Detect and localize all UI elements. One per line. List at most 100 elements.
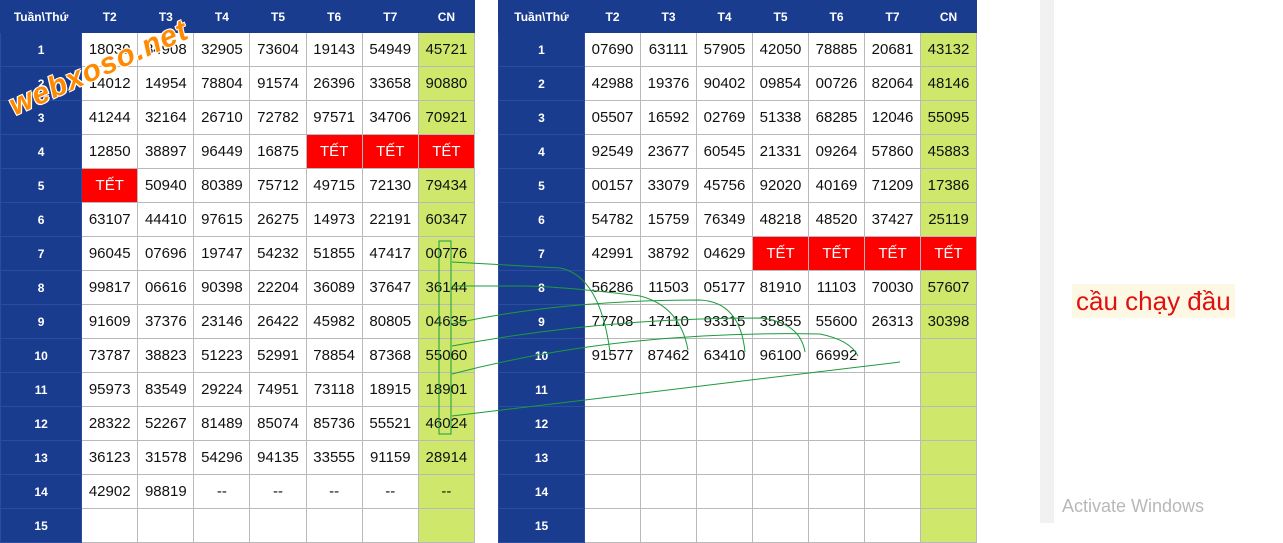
- result-cell: [584, 372, 641, 407]
- result-cell: 21331: [752, 134, 809, 169]
- week-number-cell: 7: [0, 236, 83, 271]
- result-cell: 76349: [696, 202, 753, 237]
- result-cell: 04629: [696, 236, 753, 271]
- result-cell: 45756: [696, 168, 753, 203]
- table-row: 4 92549 23677 60545 21331 09264 57860 45883: [498, 134, 977, 169]
- result-cell: 26313: [864, 304, 921, 339]
- result-cell: 20681: [864, 32, 921, 67]
- result-cell: 97615: [193, 202, 251, 237]
- result-cell: 82064: [864, 66, 921, 101]
- result-cell: [864, 508, 921, 543]
- result-cell: 26275: [249, 202, 307, 237]
- result-cell: 49715: [305, 168, 363, 203]
- day-header: T5: [249, 0, 307, 33]
- result-cell: 78804: [193, 66, 251, 101]
- result-cell: --: [361, 474, 419, 509]
- result-cell: 90880: [417, 66, 476, 101]
- result-cell: 79434: [417, 168, 476, 203]
- result-cell: 87462: [640, 338, 697, 373]
- result-cell: 70921: [417, 100, 476, 135]
- result-cell: 54296: [193, 440, 251, 475]
- result-cell: 00776: [417, 236, 476, 271]
- table-row: 10 73787 38823 51223 52991 78854 87368 55060: [0, 338, 476, 373]
- table-row: 1 07690 63111 57905 42050 78885 20681 43132: [498, 32, 977, 67]
- holiday-cell: TẾT: [808, 236, 865, 271]
- result-cell: 57905: [696, 32, 753, 67]
- result-cell: 42050: [752, 32, 809, 67]
- result-cell: [361, 508, 419, 543]
- table-row: 5 00157 33079 45756 92020 40169 71209 17386: [498, 168, 977, 203]
- week-number-cell: 7: [498, 236, 585, 271]
- result-cell: 73604: [249, 32, 307, 67]
- result-cell: 42902: [81, 474, 139, 509]
- result-cell: [249, 508, 307, 543]
- result-cell: 17386: [920, 168, 977, 203]
- result-cell: 26396: [305, 66, 363, 101]
- result-cell: 56286: [584, 270, 641, 305]
- result-cell: 57860: [864, 134, 921, 169]
- day-header: T6: [305, 0, 363, 33]
- result-cell: 60545: [696, 134, 753, 169]
- result-cell: 91574: [249, 66, 307, 101]
- result-cell: 33658: [361, 66, 419, 101]
- result-cell: [584, 406, 641, 441]
- result-cell: 43132: [920, 32, 977, 67]
- week-number-cell: 14: [498, 474, 585, 509]
- result-cell: [696, 372, 753, 407]
- table-row: 12: [498, 406, 977, 441]
- week-day-header: Tuần\Thứ: [0, 0, 83, 33]
- result-cell: 45982: [305, 304, 363, 339]
- day-header: T2: [81, 0, 139, 33]
- result-cell: 98819: [137, 474, 195, 509]
- result-cell: 45721: [417, 32, 476, 67]
- result-cell: 38792: [640, 236, 697, 271]
- result-cell: 05507: [584, 100, 641, 135]
- result-cell: 80805: [361, 304, 419, 339]
- table-row: 15: [0, 508, 476, 543]
- result-cell: [920, 440, 977, 475]
- day-header: T4: [696, 0, 753, 33]
- week-number-cell: 3: [498, 100, 585, 135]
- day-header: T7: [864, 0, 921, 33]
- week-number-cell: 11: [498, 372, 585, 407]
- result-cell: --: [305, 474, 363, 509]
- result-cell: [584, 474, 641, 509]
- result-cell: 77708: [584, 304, 641, 339]
- week-number-cell: 12: [498, 406, 585, 441]
- result-cell: 02769: [696, 100, 753, 135]
- table-row: 7 42991 38792 04629 TẾT TẾT TẾT TẾT: [498, 236, 977, 271]
- activate-windows-notice: Activate Windows: [1062, 496, 1205, 516]
- result-cell: 80389: [193, 168, 251, 203]
- result-cell: 30398: [920, 304, 977, 339]
- table-row: 2 42988 19376 90402 09854 00726 82064 48146: [498, 66, 977, 101]
- result-cell: 96449: [193, 134, 251, 169]
- left-header-row: Tuần\Thứ T2 T3 T4 T5 T6 T7 CN: [0, 0, 476, 33]
- result-cell: 73787: [81, 338, 139, 373]
- result-cell: 99817: [81, 270, 139, 305]
- result-cell: 51338: [752, 100, 809, 135]
- table-divider: [478, 0, 496, 523]
- result-cell: 85074: [249, 406, 307, 441]
- result-cell: 55521: [361, 406, 419, 441]
- result-cell: 42991: [584, 236, 641, 271]
- result-cell: 55060: [417, 338, 476, 373]
- week-number-cell: 9: [0, 304, 83, 339]
- table-row: 11: [498, 372, 977, 407]
- result-cell: [864, 338, 921, 373]
- week-number-cell: 6: [498, 202, 585, 237]
- result-cell: 19143: [305, 32, 363, 67]
- table-row: 14: [498, 474, 977, 509]
- week-number-cell: 9: [498, 304, 585, 339]
- table-row: 6 54782 15759 76349 48218 48520 37427 25119: [498, 202, 977, 237]
- result-cell: [808, 440, 865, 475]
- result-cell: 09854: [752, 66, 809, 101]
- result-cell: 16592: [640, 100, 697, 135]
- result-cell: 94135: [249, 440, 307, 475]
- result-cell: 26422: [249, 304, 307, 339]
- result-cell: [696, 474, 753, 509]
- result-cell: 78885: [808, 32, 865, 67]
- result-cell: 07696: [137, 236, 195, 271]
- result-cell: [920, 406, 977, 441]
- result-cell: 23677: [640, 134, 697, 169]
- result-cell: 36144: [417, 270, 476, 305]
